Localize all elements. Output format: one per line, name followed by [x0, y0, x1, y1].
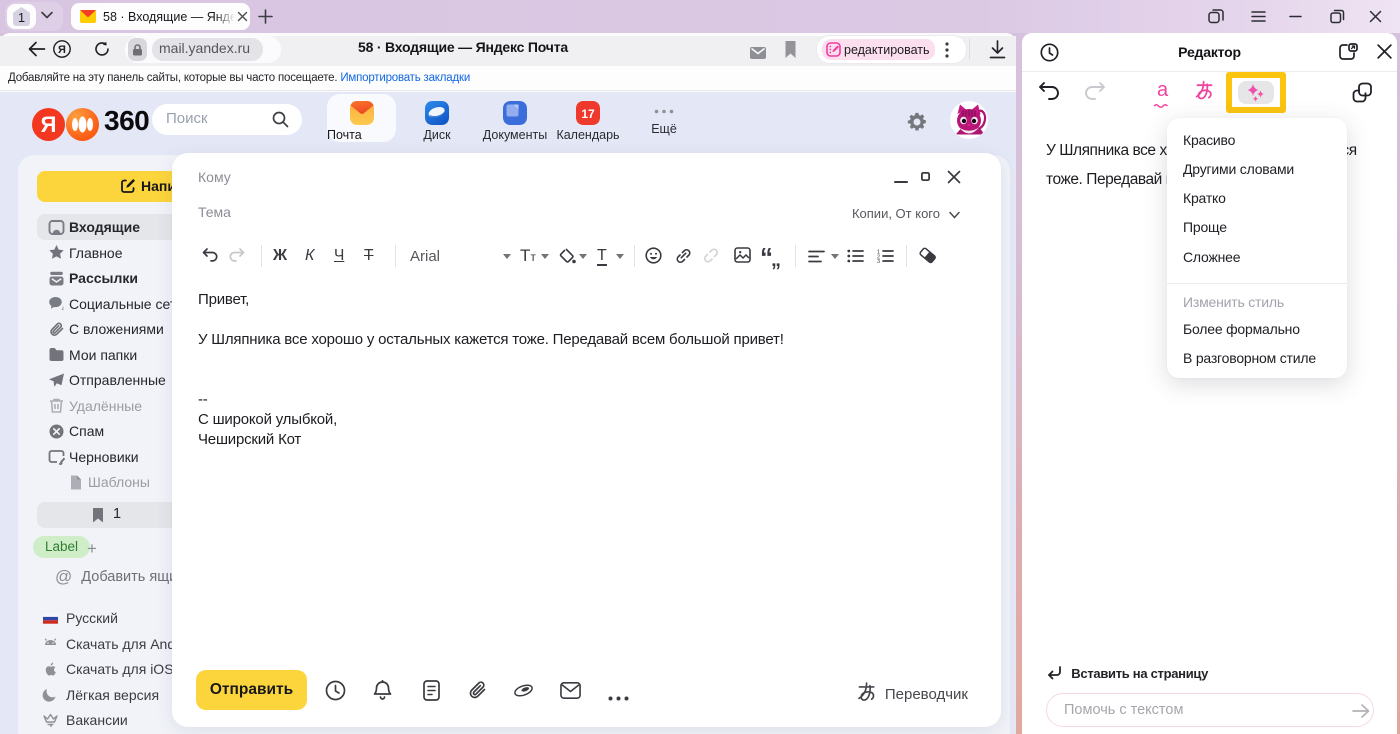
svg-text:3: 3	[877, 259, 880, 263]
svg-text:Я: Я	[58, 44, 66, 56]
svg-text:17: 17	[581, 107, 595, 121]
